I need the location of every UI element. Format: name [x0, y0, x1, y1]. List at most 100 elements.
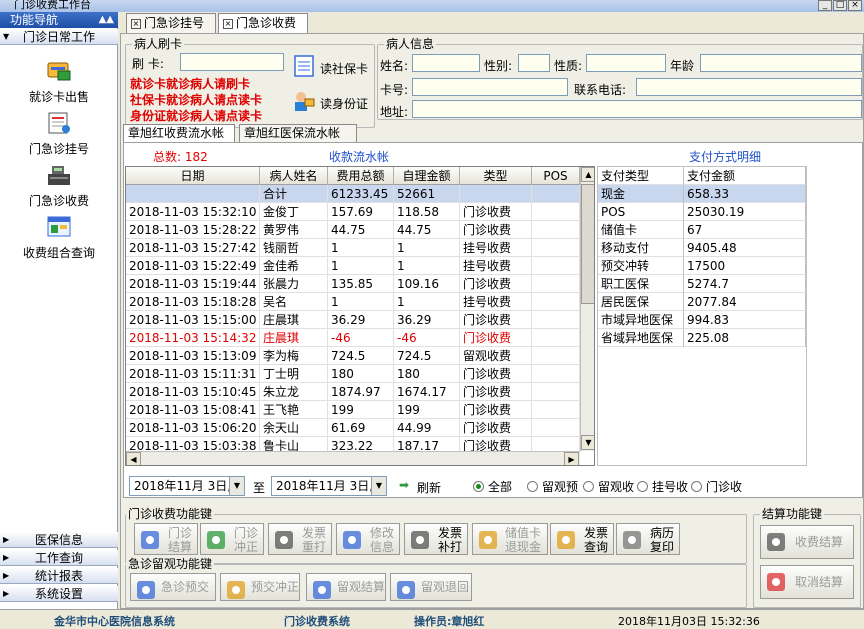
payment-row[interactable]: 储值卡 67 [598, 221, 806, 239]
payment-row[interactable]: 移动支付 9405.48 [598, 239, 806, 257]
table-row[interactable]: 2018-11-03 15:11:31 丁士明 180 180 门诊收费 [126, 365, 580, 383]
fee-keys-group: 门诊收费功能键 门诊 结算 门诊 冲正 发票 重打 修改 信息 发票 补打 储值卡 退现金 发票 查询 病历… [125, 507, 747, 564]
table-row[interactable]: 2018-11-03 15:19:44 张晨力 135.85 109.16 门诊收费 [126, 275, 580, 293]
horizontal-scrollbar[interactable]: ◀ ▶ [126, 451, 580, 465]
table-row[interactable]: 2018-11-03 15:10:45 朱立龙 1874.97 1674.17 门诊收费 [126, 383, 580, 401]
edit-info-button[interactable]: 修改 信息 [336, 523, 400, 555]
copy-record-button[interactable]: 病历 复印 [616, 523, 680, 555]
swipe-card-input[interactable] [180, 53, 284, 71]
close-button[interactable]: × [848, 0, 862, 11]
payment-table[interactable]: 支付类型 支付金额 现金 658.33 POS 25030.19 储值卡 67 移动支付 9405… [597, 166, 807, 466]
table-row[interactable]: 2018-11-03 15:08:41 王飞艳 199 199 门诊收费 [126, 401, 580, 419]
gender-field[interactable] [518, 54, 550, 72]
read-id-card-icon[interactable] [292, 89, 316, 113]
close-tab-icon[interactable]: × [223, 19, 233, 29]
nav-item-combined-query[interactable]: 收费组合查询 [0, 214, 118, 270]
scroll-thumb[interactable] [581, 184, 594, 304]
payment-row[interactable]: 现金 658.33 [598, 185, 806, 203]
read-social-card-icon[interactable] [292, 54, 316, 78]
cardno-field[interactable] [412, 78, 568, 96]
payment-row[interactable]: 职工医保 5274.7 [598, 275, 806, 293]
tab-fee-collection[interactable]: × 门急诊收费 [218, 13, 308, 34]
table-row[interactable]: 2018-11-03 15:27:42 钱丽哲 1 1 挂号收费 [126, 239, 580, 257]
nav-group-insurance[interactable]: ▶ 医保信息 [0, 532, 118, 548]
scroll-down-arrow-icon[interactable]: ▼ [581, 435, 594, 450]
nature-field[interactable] [586, 54, 666, 72]
table-row[interactable]: 2018-11-03 15:13:09 李为梅 724.5 724.5 留观收费 [126, 347, 580, 365]
column-header[interactable]: POS [532, 167, 580, 185]
payment-row[interactable]: POS 25030.19 [598, 203, 806, 221]
nav-item-fee-collection[interactable]: 门急诊收费 [0, 162, 118, 218]
tab-insurance-ledger[interactable]: 章旭红医保流水帐 [239, 124, 357, 142]
tab-fee-ledger[interactable]: 章旭红收费流水帐 [123, 124, 235, 142]
reverse-button[interactable]: 门诊 冲正 [200, 523, 264, 555]
close-tab-icon[interactable]: × [131, 19, 141, 29]
scroll-left-arrow-icon[interactable]: ◀ [126, 452, 141, 465]
table-row[interactable]: 2018-11-03 15:28:22 黄罗伟 44.75 44.75 门诊收费 [126, 221, 580, 239]
dropdown-arrow-icon[interactable]: ▼ [371, 477, 386, 495]
minimize-button[interactable]: _ [818, 0, 832, 11]
refund-cash-button[interactable]: 储值卡 退现金 [472, 523, 548, 555]
phone-field[interactable] [636, 78, 862, 96]
collapse-icon[interactable]: ▲▲ [99, 12, 114, 28]
table-row[interactable]: 2018-11-03 15:22:49 金佳希 1 1 挂号收费 [126, 257, 580, 275]
radio-registration[interactable]: 挂号收 [637, 480, 688, 494]
column-header[interactable]: 病人姓名 [260, 167, 328, 185]
radio-all[interactable]: 全部 [473, 480, 512, 494]
maximize-button[interactable]: □ [833, 0, 847, 11]
name-field[interactable] [412, 54, 480, 72]
scroll-right-arrow-icon[interactable]: ▶ [564, 452, 579, 465]
nav-group-work-query[interactable]: ▶ 工作查询 [0, 550, 118, 566]
settle-button[interactable]: 门诊 结算 [134, 523, 198, 555]
date-from-picker[interactable]: 2018年11月 3日, ▼ [129, 476, 245, 496]
radio-obs-prepay[interactable]: 留观预 [527, 480, 578, 494]
payment-row[interactable]: 市域异地医保 994.83 [598, 311, 806, 329]
prepay-reverse-button[interactable]: 预交冲正 [220, 573, 300, 601]
column-header[interactable]: 费用总额 [328, 167, 394, 185]
radio-outpatient[interactable]: 门诊收 [691, 480, 742, 494]
table-row[interactable]: 2018-11-03 15:32:10 金俊丁 157.69 118.58 门诊收费 [126, 203, 580, 221]
payment-row[interactable]: 居民医保 2077.84 [598, 293, 806, 311]
table-cell: 724.5 [328, 347, 394, 365]
nav-item-registration[interactable]: 门急诊挂号 [0, 110, 118, 166]
reprint-invoice-button[interactable]: 发票 重打 [268, 523, 332, 555]
column-header[interactable]: 支付金额 [684, 167, 806, 185]
table-row[interactable]: 2018-11-03 15:06:20 余天山 61.69 44.99 门诊收费 [126, 419, 580, 437]
scroll-up-arrow-icon[interactable]: ▲ [581, 167, 594, 182]
column-header[interactable]: 日期 [126, 167, 260, 185]
nav-group-settings[interactable]: ▶ 系统设置 [0, 586, 118, 602]
date-to-picker[interactable]: 2018年11月 3日, ▼ [271, 476, 387, 496]
column-header[interactable]: 类型 [460, 167, 532, 185]
invoice-query-button[interactable]: 发票 查询 [550, 523, 614, 555]
table-row[interactable]: 2018-11-03 15:14:32 庄晨琪 -46 -46 门诊收费 [126, 329, 580, 347]
emergency-prepay-button[interactable]: 急诊预交 [130, 573, 216, 601]
read-id-card-button[interactable]: 读身份证 [320, 95, 368, 112]
table-cell: 52661 [394, 185, 460, 203]
refresh-button[interactable]: ➡ 刷新 [397, 477, 453, 495]
column-header[interactable]: 支付类型 [598, 167, 684, 185]
supplement-invoice-button[interactable]: 发票 补打 [404, 523, 468, 555]
obs-return-button[interactable]: 留观退回 [390, 573, 472, 601]
age-field[interactable] [700, 54, 862, 72]
vertical-scrollbar[interactable]: ▲ ▼ [580, 167, 594, 451]
fee-settle-button[interactable]: 收费结算 [760, 525, 854, 559]
table-row[interactable]: 2018-11-03 15:18:28 吴名 1 1 挂号收费 [126, 293, 580, 311]
payment-row[interactable]: 省域异地医保 225.08 [598, 329, 806, 347]
table-row[interactable]: 2018-11-03 15:15:00 庄晨琪 36.29 36.29 门诊收费 [126, 311, 580, 329]
address-field[interactable] [412, 100, 862, 118]
read-social-card-button[interactable]: 读社保卡 [320, 60, 368, 77]
ledger-table[interactable]: 日期 病人姓名 费用总额 自理金额 类型 POS 合计 61233.45 52661 2018-1… [125, 166, 595, 466]
nav-item-card-sale[interactable]: 就诊卡出售 [0, 58, 118, 114]
column-header[interactable]: 自理金额 [394, 167, 460, 185]
nav-group-reports[interactable]: ▶ 统计报表 [0, 568, 118, 584]
table-cell: 17500 [684, 257, 806, 275]
fee-settle-label: 收费结算 [794, 535, 843, 549]
nav-group-daily[interactable]: ▼ 门诊日常工作 [0, 29, 118, 45]
payment-row[interactable]: 预交冲转 17500 [598, 257, 806, 275]
dropdown-arrow-icon[interactable]: ▼ [229, 477, 244, 495]
cancel-settle-button[interactable]: 取消结算 [760, 565, 854, 599]
obs-settle-button[interactable]: 留观结算 [306, 573, 386, 601]
tab-registration[interactable]: × 门急诊挂号 [126, 13, 216, 33]
sum-row[interactable]: 合计 61233.45 52661 [126, 185, 580, 203]
radio-obs-charge[interactable]: 留观收 [583, 480, 634, 494]
